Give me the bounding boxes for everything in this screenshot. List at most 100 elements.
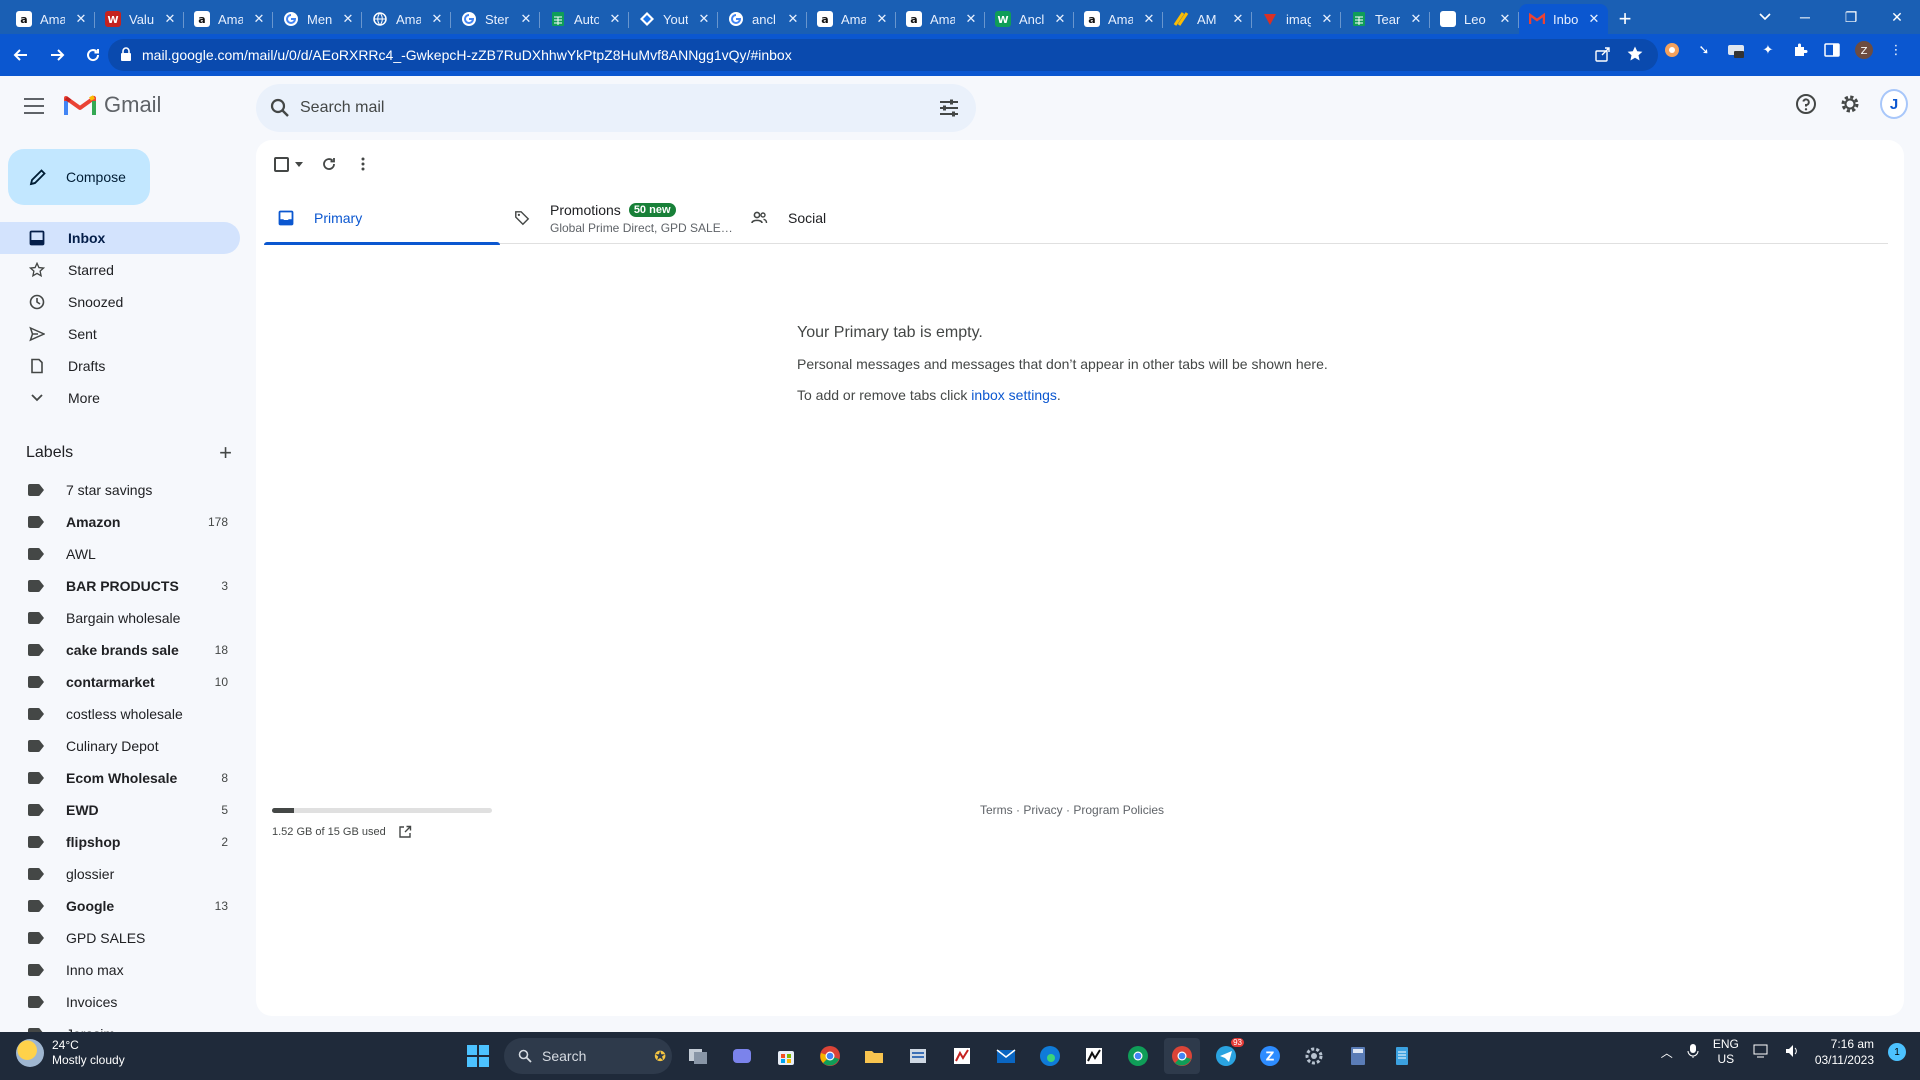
search-input[interactable] <box>300 99 860 117</box>
browser-tab[interactable]: a Ama ✕ <box>184 4 273 34</box>
browser-tab[interactable]: a Ama ✕ <box>896 4 985 34</box>
tab-close-icon[interactable]: ✕ <box>785 11 801 27</box>
taskbar-search[interactable]: Search ✪ <box>504 1038 672 1074</box>
tab-promotions[interactable]: Promotions 50 new Global Prime Direct, G… <box>500 192 736 244</box>
tab-close-icon[interactable]: ✕ <box>429 11 445 27</box>
browser-tab[interactable]: W Ancl ✕ <box>985 4 1074 34</box>
browser-menu-icon[interactable]: ⋮ <box>1886 40 1906 60</box>
tab-close-icon[interactable]: ✕ <box>607 11 623 27</box>
zoom-icon[interactable]: Z <box>1252 1038 1288 1074</box>
chrome-icon[interactable] <box>812 1038 848 1074</box>
refresh-icon[interactable] <box>321 156 337 172</box>
create-label-plus-icon[interactable]: + <box>219 440 232 466</box>
reload-icon[interactable] <box>78 40 108 70</box>
browser-tab[interactable]: Tean ✕ <box>1341 4 1430 34</box>
label-item[interactable]: Google 13 <box>0 890 240 922</box>
tab-close-icon[interactable]: ✕ <box>1586 11 1602 27</box>
label-item[interactable]: AWL <box>0 538 240 570</box>
label-item[interactable]: Bargain wholesale <box>0 602 240 634</box>
tab-close-icon[interactable]: ✕ <box>963 11 979 27</box>
tab-close-icon[interactable]: ✕ <box>874 11 890 27</box>
label-item[interactable]: Amazon 178 <box>0 506 240 538</box>
label-item[interactable]: Culinary Depot <box>0 730 240 762</box>
sidebar-item-sent[interactable]: Sent <box>0 318 240 350</box>
label-item[interactable]: Ecom Wholesale 8 <box>0 762 240 794</box>
extension-circle-icon[interactable] <box>1662 40 1682 60</box>
browser-tab[interactable]: Auto ✕ <box>540 4 629 34</box>
browser-tab[interactable]: a Ama ✕ <box>1074 4 1163 34</box>
browser-tab[interactable]: Inbo ✕ <box>1519 4 1608 34</box>
tab-primary[interactable]: Primary <box>264 192 500 245</box>
chrome-profile-icon[interactable] <box>1120 1038 1156 1074</box>
chart-app-icon[interactable] <box>1076 1038 1112 1074</box>
label-item[interactable]: Inno max <box>0 954 240 986</box>
extension-sparkle-icon[interactable]: ✦ <box>1758 40 1778 60</box>
mail-icon[interactable] <box>988 1038 1024 1074</box>
help-icon[interactable] <box>1792 90 1820 118</box>
clock[interactable]: 7:16 am 03/11/2023 <box>1815 1036 1874 1068</box>
tab-close-icon[interactable]: ✕ <box>1319 11 1335 27</box>
label-item[interactable]: flipshop 2 <box>0 826 240 858</box>
tab-close-icon[interactable]: ✕ <box>251 11 267 27</box>
label-item[interactable]: Invoices <box>0 986 240 1018</box>
label-item[interactable]: EWD 5 <box>0 794 240 826</box>
chrome-active-icon[interactable] <box>1164 1038 1200 1074</box>
restore-icon[interactable]: ❐ <box>1828 0 1874 34</box>
browser-tab[interactable]: W Valu ✕ <box>95 4 184 34</box>
tab-search-chevron-icon[interactable] <box>1750 4 1780 30</box>
language-indicator[interactable]: ENG US <box>1713 1037 1739 1067</box>
profile-avatar-icon[interactable]: Z <box>1854 40 1874 60</box>
weather-widget[interactable]: 24°C Mostly cloudy <box>16 1038 125 1068</box>
extension-arrow-icon[interactable]: ➘ <box>1694 40 1714 60</box>
account-avatar[interactable]: J <box>1880 89 1908 119</box>
search-icon[interactable] <box>270 98 290 118</box>
label-item[interactable]: glossier <box>0 858 240 890</box>
side-panel-icon[interactable] <box>1822 40 1842 60</box>
main-menu-icon[interactable] <box>24 98 44 114</box>
label-item[interactable]: cake brands sale 18 <box>0 634 240 666</box>
browser-tab[interactable]: ancl ✕ <box>718 4 807 34</box>
network-icon[interactable] <box>1753 1044 1771 1061</box>
privacy-link[interactable]: Privacy <box>1023 803 1062 817</box>
start-windows-icon[interactable] <box>460 1038 496 1074</box>
label-item[interactable]: 7 star savings <box>0 474 240 506</box>
teams-chat-icon[interactable] <box>724 1038 760 1074</box>
sidebar-item-drafts[interactable]: Drafts <box>0 350 240 382</box>
telegram-icon[interactable]: 93 <box>1208 1038 1244 1074</box>
tab-close-icon[interactable]: ✕ <box>1141 11 1157 27</box>
close-window-icon[interactable]: ✕ <box>1874 0 1920 34</box>
tab-close-icon[interactable]: ✕ <box>518 11 534 27</box>
compose-button[interactable]: Compose <box>8 149 150 205</box>
tab-close-icon[interactable]: ✕ <box>1408 11 1424 27</box>
tab-social[interactable]: Social <box>736 192 972 244</box>
label-item[interactable]: GPD SALES <box>0 922 240 954</box>
more-vert-icon[interactable] <box>355 156 371 172</box>
browser-tab[interactable]: Men ✕ <box>273 4 362 34</box>
browser-tab[interactable]: Yout ✕ <box>629 4 718 34</box>
tab-close-icon[interactable]: ✕ <box>1230 11 1246 27</box>
extensions-puzzle-icon[interactable] <box>1790 40 1810 60</box>
tray-chevron-up-icon[interactable]: ︿ <box>1661 1044 1673 1061</box>
program-policies-link[interactable]: Program Policies <box>1073 803 1164 817</box>
file-explorer-icon[interactable] <box>856 1038 892 1074</box>
browser-tab[interactable]: Ster ✕ <box>451 4 540 34</box>
extension-off-icon[interactable] <box>1726 40 1746 60</box>
settings-gear-icon[interactable] <box>1836 90 1864 118</box>
gmail-logo[interactable]: Gmail <box>64 92 161 118</box>
search-bar[interactable] <box>256 84 976 132</box>
address-bar[interactable]: mail.google.com/mail/u/0/d/AEoRXRRc4_-Gw… <box>108 39 1658 71</box>
microphone-icon[interactable] <box>1687 1043 1699 1062</box>
select-all-checkbox[interactable] <box>274 156 303 172</box>
calculator-icon[interactable] <box>1340 1038 1376 1074</box>
tab-close-icon[interactable]: ✕ <box>73 11 89 27</box>
label-item[interactable]: Jerasim <box>0 1018 240 1032</box>
tab-close-icon[interactable]: ✕ <box>340 11 356 27</box>
task-view-icon[interactable] <box>680 1038 716 1074</box>
search-options-icon[interactable] <box>938 97 960 119</box>
tab-close-icon[interactable]: ✕ <box>696 11 712 27</box>
minimize-icon[interactable]: ─ <box>1782 0 1828 34</box>
share-icon[interactable] <box>1594 45 1612 63</box>
app-icon[interactable] <box>900 1038 936 1074</box>
sidebar-item-more[interactable]: More <box>0 382 240 414</box>
new-tab-button[interactable]: + <box>1608 4 1642 34</box>
